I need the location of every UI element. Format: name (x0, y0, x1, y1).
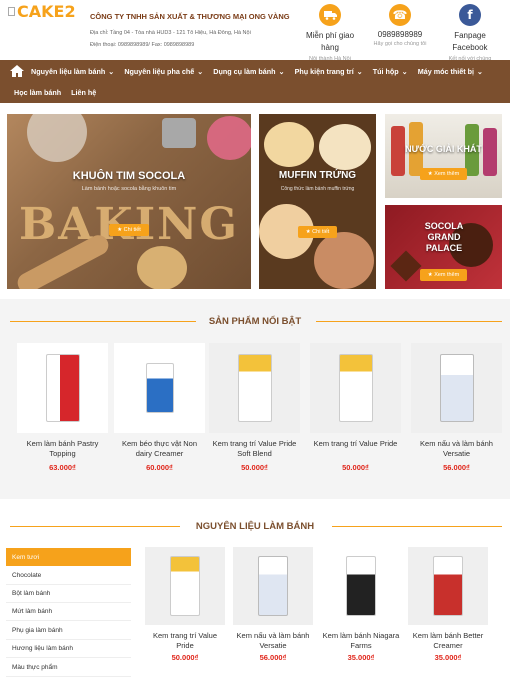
free-shipping-info[interactable]: Miễn phí giao hàng Nội thành Hà Nội (304, 4, 356, 62)
category-item[interactable]: Mứt làm bánh (6, 603, 131, 621)
product-image (411, 343, 502, 433)
product-name: Kem béo thực vật Non dairy Creamer (121, 439, 198, 458)
facebook-info[interactable]: f Fanpage Facebook Kết nối với chúng tôi (446, 4, 494, 68)
site-header: CAKE2 CÔNG TY TNHH SẢN XUẤT & THƯƠNG MẠI… (0, 0, 510, 68)
nav-row-1: Nguyên liệu làm bánh ⌄ Nguyên liệu pha ch… (0, 60, 510, 82)
banner-detail-button[interactable]: ★ Chi tiết (297, 226, 338, 238)
nav-item-nguyen-lieu-lam-banh[interactable]: Nguyên liệu làm bánh ⌄ (26, 67, 119, 76)
bowl-image (27, 114, 87, 162)
featured-title: SẢN PHẨM NỔI BẬT (208, 316, 302, 327)
company-contact: Địa chỉ: Tầng 04 - Tòa nhà HUD3 - 121 Tô… (90, 27, 251, 51)
banner-baking[interactable]: BAKING KHUÔN TIM SOCOLA Làm bánh hoặc so… (7, 114, 251, 289)
main-navigation: Nguyên liệu làm bánh ⌄ Nguyên liệu pha ch… (0, 60, 510, 103)
product-image (408, 547, 488, 625)
chevron-down-icon: ⌄ (197, 66, 204, 76)
banner-detail-button[interactable]: ★ Chi tiết (109, 224, 149, 236)
product-name: Kem làm bánh Better Creamer (412, 631, 484, 650)
product-price: 56.000₫ (259, 653, 287, 662)
nav-item-tui-hop[interactable]: Túi hộp ⌄ (368, 67, 413, 76)
nav-item-dung-cu-lam-banh[interactable]: Dụng cụ làm bánh ⌄ (208, 67, 289, 76)
banner-title: MUFFIN TRỨNG (278, 170, 357, 181)
product-name: Kem nấu và làm bánh Versatie (420, 439, 493, 458)
category-item[interactable]: Bột làm bánh (6, 585, 131, 603)
product-card[interactable]: Kem làm bánh Niagara Farms 35.000₫ (321, 547, 401, 662)
nav-item-lien-he[interactable]: Liên hệ (66, 88, 101, 97)
category-item[interactable]: Chocolate (6, 567, 131, 585)
product-image (17, 343, 108, 433)
company-name: CÔNG TY TNHH SẢN XUẤT & THƯƠNG MẠI ONG V… (90, 12, 290, 21)
nav-item-may-moc-thiet-bi[interactable]: Máy móc thiết bị ⌄ (413, 67, 488, 76)
product-card[interactable]: Kem làm bánh Better Creamer 35.000₫ (408, 547, 488, 662)
product-name: Kem nấu và làm bánh Versatie (236, 631, 310, 650)
product-name: Kem trang trí Value Pride Soft Blend (212, 439, 297, 458)
company-address: Địa chỉ: Tầng 04 - Tòa nhà HUD3 - 121 Tô… (90, 30, 251, 36)
facebook-icon: f (459, 4, 481, 26)
product-card[interactable]: Kem trang trí Value Pride 50.000₫ (145, 547, 225, 662)
muffin-image (319, 124, 371, 170)
truck-icon (319, 4, 341, 26)
product-image (233, 547, 313, 625)
product-name: Kem trang trí Value Pride (313, 439, 398, 448)
banner-drinks[interactable]: NƯỚC GIẢI KHÁT ★ Xem thêm (385, 114, 502, 198)
product-price: 56.000₫ (443, 463, 470, 472)
category-item[interactable]: Phụ gia làm bánh (6, 622, 131, 640)
piping-tips-image (162, 118, 196, 148)
phone-icon: ☎ (389, 4, 411, 26)
product-card[interactable]: Kem béo thực vật Non dairy Creamer 60.00… (114, 343, 205, 472)
site-logo[interactable]: CAKE2 (8, 2, 76, 21)
product-price: 60.000₫ (146, 463, 173, 472)
product-name: Kem trang trí Value Pride (152, 631, 218, 650)
nav-item-phu-kien-trang-tri[interactable]: Phụ kiện trang trí ⌄ (290, 67, 368, 76)
product-card[interactable]: Kem trang trí Value Pride Soft Blend 50.… (209, 343, 300, 472)
product-price: 50.000₫ (342, 463, 369, 472)
product-image (321, 547, 401, 625)
chevron-down-icon: ⌄ (278, 66, 285, 76)
product-card[interactable]: Kem nấu và làm bánh Versatie 56.000₫ (233, 547, 313, 662)
muffin-image (264, 122, 314, 167)
product-price: 35.000₫ (434, 653, 462, 662)
banner-muffin[interactable]: MUFFIN TRỨNG Công thức làm bánh muffin t… (259, 114, 376, 289)
product-name: Kem làm bánh Pastry Topping (26, 439, 99, 458)
home-icon[interactable] (8, 62, 26, 80)
product-image (310, 343, 401, 433)
chevron-down-icon: ⌄ (356, 66, 363, 76)
banner-more-button[interactable]: ★ Xem thêm (419, 168, 468, 180)
category-item-active[interactable]: Kem tươi (6, 548, 131, 566)
product-price: 50.000₫ (241, 463, 268, 472)
product-image (145, 547, 225, 625)
banner-chocolate[interactable]: SOCOLA GRAND PALACE ★ Xem thêm (385, 205, 502, 289)
banner-more-button[interactable]: ★ Xem thêm (419, 269, 468, 281)
broken-image-icon (8, 7, 15, 16)
banner-title: KHUÔN TIM SOCOLA (72, 170, 186, 182)
product-image (114, 343, 205, 433)
product-name: Kem làm bánh Niagara Farms (322, 631, 400, 650)
category-item[interactable]: Hương liệu làm bánh (6, 640, 131, 658)
hotline-info[interactable]: ☎ 0989898989 Hãy gọi cho chúng tôi (372, 4, 428, 47)
sprinkles-image (207, 116, 251, 160)
nav-row-2: Học làm bánh Liên hệ (0, 82, 510, 103)
product-card[interactable]: Kem làm bánh Pastry Topping 63.000₫ (17, 343, 108, 472)
product-price: 63.000₫ (49, 463, 76, 472)
category-item[interactable]: Màu thực phẩm (6, 659, 131, 677)
banner-description: Làm bánh hoặc socola bằng khuôn tim (81, 186, 177, 192)
chevron-down-icon: ⌄ (477, 66, 484, 76)
product-price: 35.000₫ (347, 653, 375, 662)
chevron-down-icon: ⌄ (108, 66, 115, 76)
banner-title: NƯỚC GIẢI KHÁT (405, 144, 482, 154)
banner-description: Công thức làm bánh muffin trứng (280, 186, 355, 192)
product-image (209, 343, 300, 433)
ingredients-title: NGUYÊN LIỆU LÀM BÁNH (195, 521, 315, 532)
company-phone: Điện thoại: 0989898989/ Fax: 0989898989 (90, 42, 195, 48)
chevron-down-icon: ⌄ (401, 66, 408, 76)
nav-item-nguyen-lieu-pha-che[interactable]: Nguyên liệu pha chế ⌄ (119, 67, 208, 76)
muffin-image (314, 232, 374, 289)
nav-item-hoc-lam-banh[interactable]: Học làm bánh (8, 88, 66, 97)
product-card[interactable]: Kem nấu và làm bánh Versatie 56.000₫ (411, 343, 502, 472)
banner-title: SOCOLA GRAND PALACE (424, 221, 464, 253)
product-price: 50.000₫ (171, 653, 199, 662)
sugar-bowl-image (137, 246, 187, 289)
product-card[interactable]: Kem trang trí Value Pride 50.000₫ (310, 343, 401, 472)
